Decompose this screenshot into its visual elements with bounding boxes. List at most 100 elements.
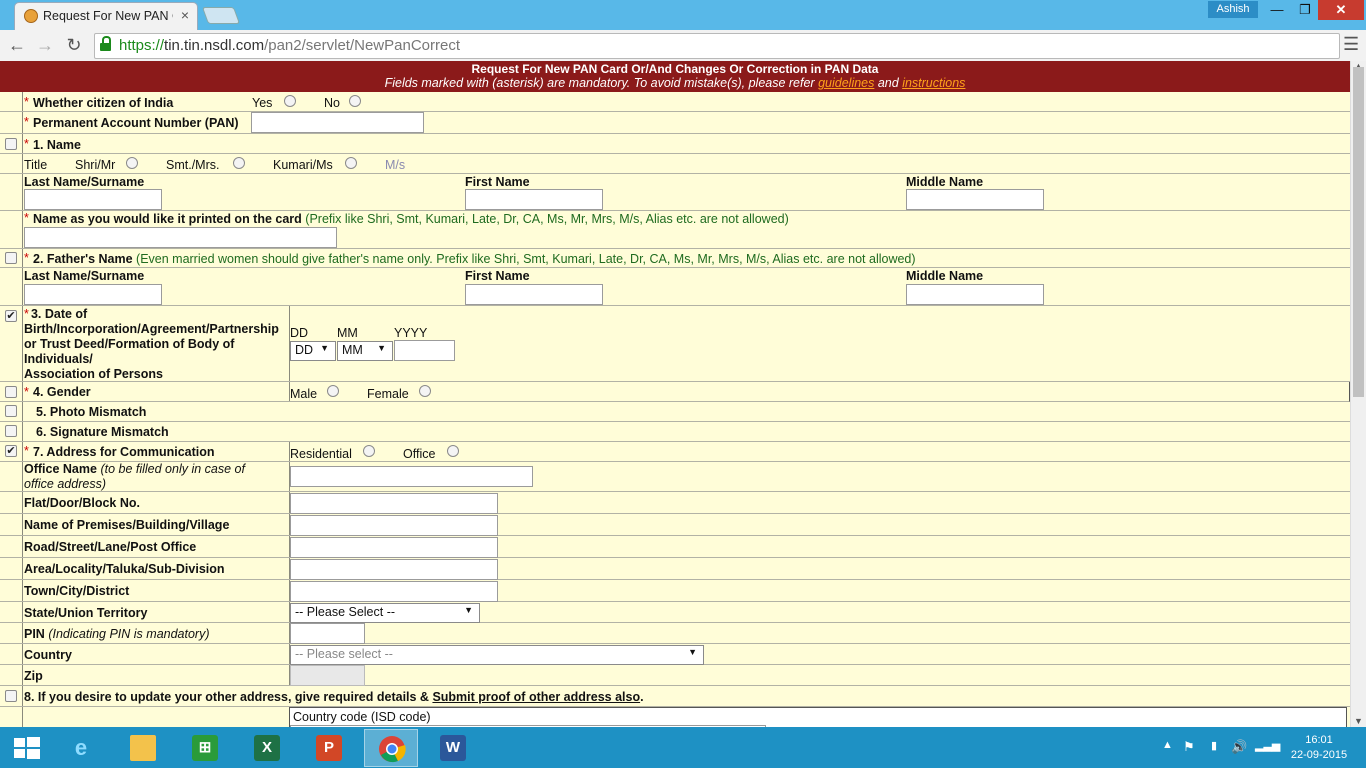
address-checkbox[interactable]: ✔ bbox=[5, 445, 17, 457]
office-radio[interactable] bbox=[447, 445, 459, 457]
menu-icon[interactable]: ☰ bbox=[1343, 34, 1359, 55]
start-button[interactable] bbox=[0, 729, 54, 767]
dob-checkbox[interactable]: ✔ bbox=[5, 310, 17, 322]
middle-name-input[interactable] bbox=[906, 189, 1044, 210]
father-note: (Even married women should give father's… bbox=[136, 252, 916, 266]
first-name-input[interactable] bbox=[465, 189, 603, 210]
name-label: 1. Name bbox=[33, 138, 81, 152]
father-last-input[interactable] bbox=[24, 284, 162, 305]
dob-month-select[interactable]: MM ▼ bbox=[337, 341, 393, 361]
action-center-flag-icon[interactable]: ⚑ bbox=[1183, 739, 1195, 755]
clock-date: 22-09-2015 bbox=[1290, 749, 1348, 761]
citizen-yes-radio[interactable] bbox=[284, 95, 296, 107]
address-bar[interactable]: https://tin.tin.nsdl.com/pan2/servlet/Ne… bbox=[94, 33, 1340, 59]
title-shri-radio[interactable] bbox=[126, 157, 138, 169]
title-kumari-radio[interactable] bbox=[345, 157, 357, 169]
row-premises: Name of Premises/Building/Village bbox=[0, 514, 1350, 536]
clock-time: 16:01 bbox=[1305, 734, 1333, 746]
guidelines-link[interactable]: guidelines bbox=[818, 76, 874, 90]
taskbar: e ⊞ X P W ▲ ⚑ ▮ 🔊 ▂▃▅ 16:01 22-09-2015 bbox=[0, 727, 1366, 768]
taskbar-clock[interactable]: 16:01 22-09-2015 bbox=[1284, 733, 1354, 763]
show-hidden-icons-icon[interactable]: ▲ bbox=[1162, 739, 1173, 751]
back-icon[interactable]: ← bbox=[6, 34, 28, 56]
explorer-taskbar-button[interactable] bbox=[116, 729, 170, 767]
gender-checkbox[interactable] bbox=[5, 386, 17, 398]
network-signal-icon[interactable]: ▂▃▅ bbox=[1255, 739, 1280, 752]
page-content: Request For New PAN Card Or/And Changes … bbox=[0, 61, 1350, 727]
photo-checkbox[interactable] bbox=[5, 405, 17, 417]
title-smt-radio[interactable] bbox=[233, 157, 245, 169]
country-select[interactable]: -- Please select -- ▼ bbox=[290, 645, 704, 665]
pan-input[interactable] bbox=[251, 112, 424, 133]
state-select[interactable]: -- Please Select -- ▼ bbox=[290, 603, 480, 623]
scroll-down-icon[interactable]: ▼ bbox=[1354, 716, 1363, 726]
other-address-checkbox[interactable] bbox=[5, 690, 17, 702]
close-window-button[interactable]: ✕ bbox=[1318, 0, 1364, 20]
minimize-button[interactable]: — bbox=[1262, 0, 1292, 20]
row-other-address: 8. If you desire to update your other ad… bbox=[0, 686, 1350, 707]
first-name-label: First Name bbox=[465, 175, 530, 189]
dob-year-input[interactable] bbox=[394, 340, 455, 361]
father-last-label: Last Name/Surname bbox=[24, 269, 145, 283]
new-tab-button[interactable] bbox=[201, 7, 241, 24]
flat-input[interactable] bbox=[290, 493, 498, 514]
chrome-taskbar-button[interactable] bbox=[364, 729, 418, 767]
zip-label: Zip bbox=[24, 669, 43, 683]
father-first-input[interactable] bbox=[465, 284, 603, 305]
printed-name-input[interactable] bbox=[24, 227, 337, 248]
battery-icon[interactable]: ▮ bbox=[1211, 739, 1217, 752]
title-smt-label: Smt./Mrs. bbox=[166, 158, 220, 172]
row-father-heading: * 2. Father's Name (Even married women s… bbox=[0, 249, 1350, 268]
ie-taskbar-button[interactable]: e bbox=[54, 729, 108, 767]
lock-icon bbox=[100, 36, 111, 51]
volume-icon[interactable]: 🔊 bbox=[1231, 739, 1247, 755]
forward-icon[interactable]: → bbox=[34, 34, 56, 56]
powerpoint-icon: P bbox=[316, 735, 342, 761]
road-input[interactable] bbox=[290, 537, 498, 558]
profile-button[interactable]: Ashish bbox=[1208, 1, 1258, 18]
row-dob: ✔ * 3. Date of Birth/Incorporation/Agree… bbox=[0, 306, 1350, 382]
store-taskbar-button[interactable]: ⊞ bbox=[178, 729, 232, 767]
close-tab-icon[interactable]: × bbox=[181, 7, 189, 23]
row-road: Road/Street/Lane/Post Office bbox=[0, 536, 1350, 558]
scrollbar-thumb[interactable] bbox=[1353, 67, 1364, 397]
pin-input[interactable] bbox=[290, 623, 365, 644]
father-checkbox[interactable] bbox=[5, 252, 17, 264]
reload-icon[interactable]: ↻ bbox=[63, 34, 85, 56]
powerpoint-taskbar-button[interactable]: P bbox=[302, 729, 356, 767]
town-input[interactable] bbox=[290, 581, 498, 602]
row-title: Title Shri/Mr Smt./Mrs. Kumari/Ms M/s bbox=[0, 154, 1350, 174]
name-checkbox[interactable] bbox=[5, 138, 17, 150]
browser-tab[interactable]: Request For New PAN Card Or × bbox=[14, 2, 198, 30]
maximize-button[interactable]: ❐ bbox=[1290, 0, 1320, 20]
gender-female-radio[interactable] bbox=[419, 385, 431, 397]
signature-checkbox[interactable] bbox=[5, 425, 17, 437]
gender-male-radio[interactable] bbox=[327, 385, 339, 397]
residential-label: Residential bbox=[290, 447, 352, 461]
row-pan: * Permanent Account Number (PAN) bbox=[0, 112, 1350, 134]
premises-input[interactable] bbox=[290, 515, 498, 536]
windows-logo-icon bbox=[14, 737, 40, 759]
citizen-no-label: No bbox=[324, 96, 340, 110]
citizen-no-radio[interactable] bbox=[349, 95, 361, 107]
word-taskbar-button[interactable]: W bbox=[426, 729, 480, 767]
window-titlebar: Request For New PAN Card Or × Ashish — ❐… bbox=[0, 0, 1366, 30]
zip-input[interactable] bbox=[290, 665, 365, 686]
dob-day-select[interactable]: DD ▼ bbox=[290, 341, 336, 361]
residential-radio[interactable] bbox=[363, 445, 375, 457]
store-icon: ⊞ bbox=[192, 735, 218, 761]
row-country: Country -- Please select -- ▼ bbox=[0, 644, 1350, 665]
father-middle-input[interactable] bbox=[906, 284, 1044, 305]
father-middle-label: Middle Name bbox=[906, 269, 984, 283]
area-input[interactable] bbox=[290, 559, 498, 580]
office-name-input[interactable] bbox=[290, 466, 533, 487]
row-pin: PIN (Indicating PIN is mandatory) bbox=[0, 623, 1350, 644]
page-scrollbar[interactable]: ▲ ▼ bbox=[1350, 61, 1366, 727]
last-name-input[interactable] bbox=[24, 189, 162, 210]
row-state: State/Union Territory -- Please Select -… bbox=[0, 602, 1350, 623]
form-subtitle: Fields marked with (asterisk) are mandat… bbox=[384, 76, 966, 90]
instructions-link[interactable]: instructions bbox=[902, 76, 965, 90]
url-text: https://tin.tin.nsdl.com/pan2/servlet/Ne… bbox=[119, 37, 461, 54]
excel-taskbar-button[interactable]: X bbox=[240, 729, 294, 767]
yyyy-label: YYYY bbox=[394, 326, 428, 340]
